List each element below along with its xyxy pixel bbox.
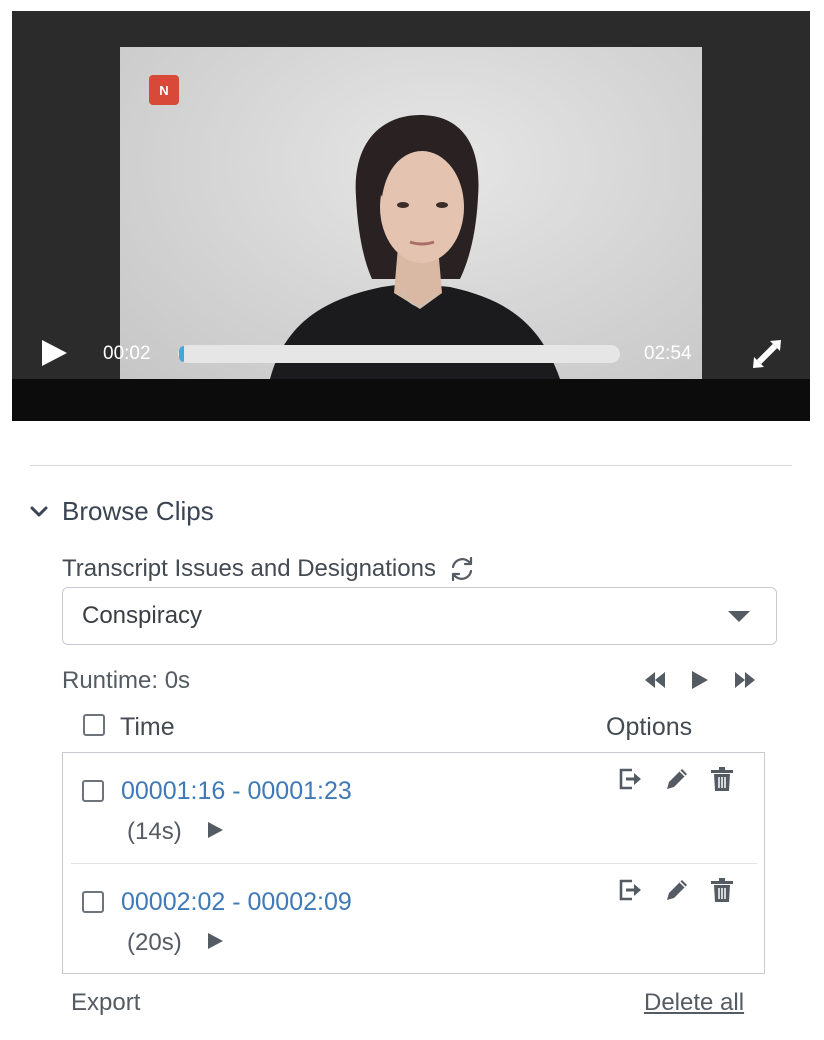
trash-icon[interactable] bbox=[708, 765, 736, 793]
clip-duration: (14s) bbox=[127, 818, 182, 845]
select-all-checkbox[interactable] bbox=[83, 714, 105, 736]
fullscreen-icon[interactable] bbox=[750, 337, 784, 371]
video-player[interactable]: N 00:02 02:54 bbox=[12, 11, 810, 421]
play-all-icon[interactable] bbox=[687, 668, 713, 692]
designation-select[interactable]: Conspiracy bbox=[62, 587, 777, 645]
play-icon[interactable] bbox=[38, 337, 70, 369]
browse-clips-toggle[interactable]: Browse Clips bbox=[28, 494, 214, 528]
delete-all-link[interactable]: Delete all bbox=[644, 989, 744, 1017]
runtime-label: Runtime: 0s bbox=[62, 667, 191, 694]
progress-fill bbox=[179, 346, 184, 362]
duration-time: 02:54 bbox=[644, 343, 692, 364]
refresh-icon[interactable] bbox=[448, 555, 476, 583]
channel-logo: N bbox=[149, 75, 179, 105]
rewind-icon[interactable] bbox=[642, 668, 668, 692]
trash-icon[interactable] bbox=[708, 876, 736, 904]
section-divider bbox=[30, 465, 792, 466]
video-frame[interactable]: N bbox=[120, 47, 702, 379]
clip-checkbox[interactable] bbox=[82, 891, 104, 913]
pencil-icon[interactable] bbox=[663, 876, 691, 904]
clip-row: 00002:02 - 00002:09 (20s) bbox=[63, 864, 764, 974]
export-button[interactable]: Export bbox=[71, 989, 140, 1017]
progress-bar[interactable] bbox=[178, 345, 620, 363]
current-time: 00:02 bbox=[103, 343, 151, 364]
chevron-down-icon bbox=[30, 506, 48, 517]
designations-label-text: Transcript Issues and Designations bbox=[62, 555, 436, 582]
export-icon[interactable] bbox=[616, 876, 644, 904]
play-icon[interactable] bbox=[205, 819, 225, 841]
clip-time-range[interactable]: 00001:16 - 00001:23 bbox=[121, 777, 352, 806]
export-icon[interactable] bbox=[616, 765, 644, 793]
play-icon[interactable] bbox=[205, 930, 225, 952]
fast-forward-icon[interactable] bbox=[732, 668, 758, 692]
clip-duration: (20s) bbox=[127, 929, 182, 956]
caret-down-icon bbox=[728, 611, 750, 622]
browse-clips-title: Browse Clips bbox=[62, 495, 214, 526]
video-frame-image bbox=[270, 115, 560, 379]
designations-label: Transcript Issues and Designations bbox=[62, 555, 476, 583]
designation-select-value: Conspiracy bbox=[82, 602, 203, 629]
clip-checkbox[interactable] bbox=[82, 780, 104, 802]
pencil-icon[interactable] bbox=[663, 765, 691, 793]
column-header-time: Time bbox=[120, 713, 175, 741]
column-header-options: Options bbox=[606, 713, 693, 741]
clip-time-range[interactable]: 00002:02 - 00002:09 bbox=[121, 888, 352, 917]
player-bottom-bar bbox=[12, 379, 810, 421]
clips-list: 00001:16 - 00001:23 (14s) 00002:02 - 000… bbox=[62, 752, 765, 974]
clip-row: 00001:16 - 00001:23 (14s) bbox=[63, 753, 764, 864]
